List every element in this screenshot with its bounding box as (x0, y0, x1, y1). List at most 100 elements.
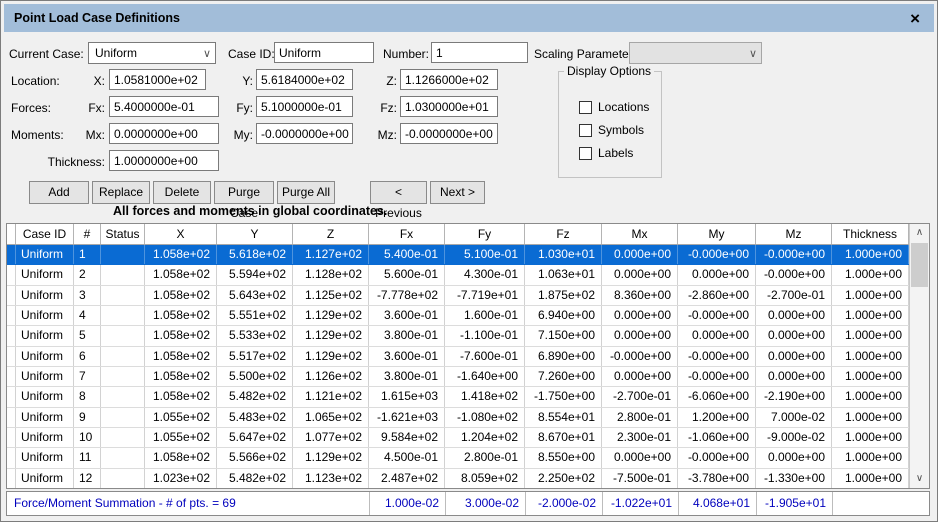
table-cell: -0.000e+00 (678, 306, 756, 325)
delete-button[interactable]: Delete (153, 181, 211, 204)
mz-label: Mz: (353, 126, 397, 144)
dialog-title: Point Load Case Definitions (14, 11, 180, 25)
scroll-up-icon[interactable]: ∧ (910, 224, 929, 242)
next-button[interactable]: Next > (430, 181, 485, 204)
table-cell: 8.670e+01 (525, 428, 602, 447)
table-cell: 1.000e+00 (832, 245, 909, 264)
table-cell: 1.615e+03 (369, 387, 445, 406)
table-row[interactable]: Uniform71.058e+025.500e+021.126e+023.800… (7, 367, 909, 387)
summation-cell: 1.000e-02 (369, 492, 445, 515)
table-row[interactable]: Uniform31.058e+025.643e+021.125e+02-7.77… (7, 286, 909, 306)
table-cell: -0.000e+00 (678, 347, 756, 366)
locations-checkbox[interactable] (579, 101, 592, 114)
table-cell: -0.000e+00 (756, 245, 832, 264)
purge-case-button[interactable]: Purge Case (214, 181, 274, 204)
close-icon[interactable]: × (906, 10, 924, 27)
table-scrollbar[interactable]: ∧ ∨ (909, 224, 929, 488)
table-header-cell: Fz (525, 224, 602, 244)
table-header-cell: Z (293, 224, 369, 244)
case-id-field[interactable]: Uniform (274, 42, 374, 63)
table-cell: -7.778e+02 (369, 286, 445, 305)
table-row[interactable]: Uniform111.058e+025.566e+021.129e+024.50… (7, 448, 909, 468)
table-cell (101, 428, 145, 447)
replace-button[interactable]: Replace (92, 181, 150, 204)
table-cell: -2.860e+00 (678, 286, 756, 305)
table-cell: 1.000e+00 (832, 428, 909, 447)
table-cell: 9.584e+02 (369, 428, 445, 447)
table-cell: 7.150e+00 (525, 326, 602, 345)
number-label: Number: (383, 45, 429, 63)
fz-label: Fz: (353, 99, 397, 117)
location-x-field[interactable]: 1.0581000e+02 (109, 69, 206, 90)
table-cell: 0.000e+00 (756, 306, 832, 325)
table-row[interactable]: Uniform91.055e+025.483e+021.065e+02-1.62… (7, 408, 909, 428)
table-cell: Uniform (16, 286, 74, 305)
table-cell (101, 408, 145, 427)
summation-cell: -2.000e-02 (525, 492, 602, 515)
table-cell (101, 306, 145, 325)
forces-fy-field[interactable]: 5.1000000e-01 (256, 96, 353, 117)
table-row[interactable]: Uniform101.055e+025.647e+021.077e+029.58… (7, 428, 909, 448)
symbols-checkbox-row[interactable]: Symbols (579, 123, 644, 137)
table-cell: -7.719e+01 (445, 286, 525, 305)
table-row[interactable]: Uniform81.058e+025.482e+021.121e+021.615… (7, 387, 909, 407)
table-cell: 2.487e+02 (369, 469, 445, 488)
table-cell: 5 (74, 326, 101, 345)
display-options-group: Display Options Locations Symbols Labels (558, 71, 662, 178)
table-row[interactable]: Uniform21.058e+025.594e+021.128e+025.600… (7, 265, 909, 285)
table-row[interactable]: Uniform121.023e+025.482e+021.123e+022.48… (7, 469, 909, 488)
thickness-label: Thickness: (41, 153, 105, 171)
previous-button[interactable]: < Previous (370, 181, 427, 204)
table-cell: -7.500e-01 (602, 469, 678, 488)
scaling-parameter-dropdown[interactable]: ∨ (629, 42, 762, 64)
locations-checkbox-row[interactable]: Locations (579, 100, 649, 114)
table-row-gutter (7, 265, 16, 284)
table-cell: -0.000e+00 (678, 245, 756, 264)
thickness-field[interactable]: 1.0000000e+00 (109, 150, 219, 171)
table-cell: 1.077e+02 (293, 428, 369, 447)
table-header-cell: My (678, 224, 756, 244)
add-button[interactable]: Add (29, 181, 89, 204)
table-cell: 1.058e+02 (145, 245, 217, 264)
table-cell (101, 367, 145, 386)
table-cell: 5.594e+02 (217, 265, 293, 284)
table-row[interactable]: Uniform51.058e+025.533e+021.129e+023.800… (7, 326, 909, 346)
table-row[interactable]: Uniform41.058e+025.551e+021.129e+023.600… (7, 306, 909, 326)
table-cell: 5.566e+02 (217, 448, 293, 467)
moments-my-field[interactable]: -0.0000000e+00 (256, 123, 353, 144)
table-cell: 1.063e+01 (525, 265, 602, 284)
table-row[interactable]: Uniform11.058e+025.618e+021.127e+025.400… (7, 245, 909, 265)
case-id-label: Case ID: (228, 45, 275, 63)
location-label: Location: (11, 72, 60, 90)
forces-fz-field[interactable]: 1.0300000e+01 (400, 96, 498, 117)
scrollbar-thumb[interactable] (911, 243, 928, 287)
moments-mz-field[interactable]: -0.0000000e+00 (400, 123, 498, 144)
number-field[interactable]: 1 (431, 42, 528, 63)
table-cell: -1.621e+03 (369, 408, 445, 427)
purge-all-button[interactable]: Purge All (277, 181, 335, 204)
table-cell: 1 (74, 245, 101, 264)
table-cell: 1.000e+00 (832, 326, 909, 345)
labels-checkbox-row[interactable]: Labels (579, 146, 633, 160)
table-row[interactable]: Uniform61.058e+025.517e+021.129e+023.600… (7, 347, 909, 367)
labels-checkbox[interactable] (579, 147, 592, 160)
table-cell: 6.890e+00 (525, 347, 602, 366)
table-header-cell: Mx (602, 224, 678, 244)
location-z-field[interactable]: 1.1266000e+02 (400, 69, 498, 90)
location-y-field[interactable]: 5.6184000e+02 (256, 69, 353, 90)
table-cell: 1.000e+00 (832, 469, 909, 488)
table-cell: 8 (74, 387, 101, 406)
table-header-cell: Mz (756, 224, 832, 244)
moments-mx-field[interactable]: 0.0000000e+00 (109, 123, 219, 144)
table-cell: 0.000e+00 (602, 265, 678, 284)
table-cell (101, 347, 145, 366)
table-row-gutter (7, 326, 16, 345)
scroll-down-icon[interactable]: ∨ (910, 470, 929, 488)
table-cell: 10 (74, 428, 101, 447)
current-case-dropdown[interactable]: Uniform ∨ (88, 42, 216, 64)
symbols-checkbox[interactable] (579, 124, 592, 137)
table-cell: 5.100e-01 (445, 245, 525, 264)
forces-fx-field[interactable]: 5.4000000e-01 (109, 96, 219, 117)
summation-label: Force/Moment Summation - # of pts. = 69 (7, 492, 369, 515)
table-cell: 1.125e+02 (293, 286, 369, 305)
